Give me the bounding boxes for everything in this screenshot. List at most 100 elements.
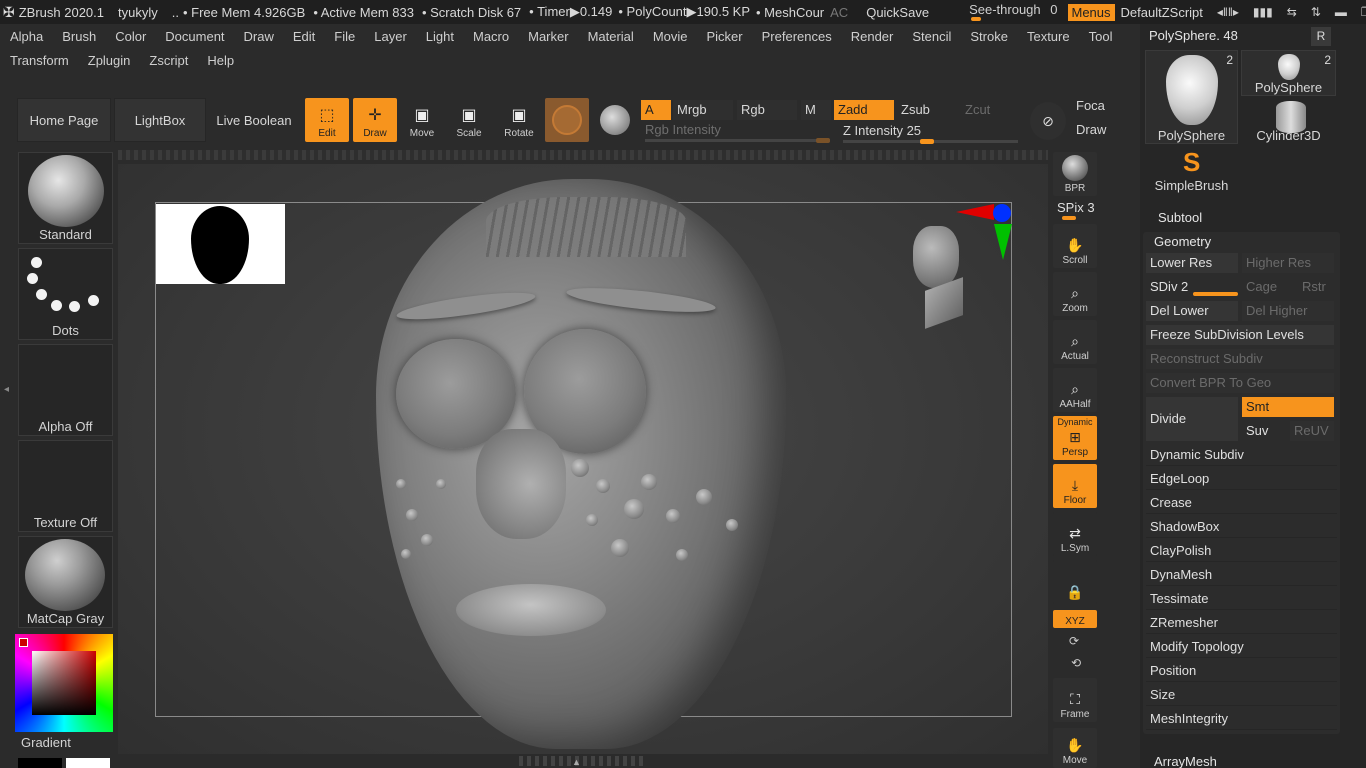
layout-icon-1[interactable]: ◂‖‖▸ (1217, 5, 1239, 19)
menu-file[interactable]: File (324, 29, 364, 44)
smt-toggle[interactable]: Smt (1242, 397, 1334, 417)
restore-icon[interactable]: ❐ (1361, 5, 1366, 19)
draw-button[interactable]: ✛ Draw (353, 98, 397, 142)
move-view-button[interactable]: ✋ Move (1053, 728, 1097, 768)
frame-button[interactable]: ⛶ Frame (1053, 678, 1097, 722)
arraymesh-section[interactable]: ArrayMesh (1154, 754, 1217, 768)
layout-icon-2[interactable]: ▮▮▮ (1253, 5, 1273, 19)
menu-brush[interactable]: Brush (52, 29, 105, 44)
xyz-button[interactable]: XYZ (1053, 610, 1097, 628)
left-tray-arrow-icon[interactable]: ◂ (4, 384, 9, 395)
geometry-item-crease[interactable]: Crease (1146, 492, 1337, 514)
subtool-section[interactable]: Subtool (1158, 210, 1202, 225)
canvas-bottom-handle[interactable]: ▲ (519, 756, 645, 767)
mrgb-button[interactable]: Mrgb (673, 100, 733, 120)
alpha-thumbnail[interactable]: Alpha Off (18, 344, 113, 436)
menu-draw[interactable]: Draw (234, 29, 283, 44)
menu-macro[interactable]: Macro (463, 29, 518, 44)
del-lower-button[interactable]: Del Lower (1146, 301, 1238, 321)
geometry-item-edgeloop[interactable]: EdgeLoop (1146, 468, 1337, 490)
see-through-knob[interactable] (971, 17, 982, 21)
geometry-item-zremesher[interactable]: ZRemesher (1146, 612, 1337, 634)
main-color-swatch[interactable] (18, 758, 62, 768)
tool-thumb-simplebrush[interactable]: S SimpleBrush (1145, 146, 1238, 194)
stroke-thumbnail[interactable]: Dots (18, 248, 113, 340)
menu-color[interactable]: Color (105, 29, 155, 44)
canvas-viewport[interactable] (118, 164, 1048, 754)
current-tool-header[interactable]: PolySphere. 48 (1143, 26, 1338, 46)
move-button[interactable]: ▣ Move (400, 98, 444, 142)
lock-camera-button[interactable]: 🔒 (1053, 560, 1097, 604)
actual-button[interactable]: ⌕ Actual (1053, 320, 1097, 364)
default-zscript-button[interactable]: DefaultZScript (1121, 5, 1203, 20)
menu-preferences[interactable]: Preferences (752, 29, 841, 44)
menu-render[interactable]: Render (841, 29, 903, 44)
menu-alpha[interactable]: Alpha (0, 29, 52, 44)
menu-help[interactable]: Help (197, 53, 243, 68)
live-boolean-button[interactable]: Live Boolean (207, 98, 301, 142)
menus-toggle-button[interactable]: Menus (1067, 3, 1115, 21)
reconstruct-subdiv-button[interactable]: Reconstruct Subdiv (1146, 349, 1334, 369)
edit-button[interactable]: ⬚ Edit (305, 98, 349, 142)
aahalf-button[interactable]: ⌕ AAHalf (1053, 368, 1097, 412)
lazymouse-button[interactable]: ⊘ (1030, 102, 1066, 140)
divide-button[interactable]: Divide (1146, 397, 1238, 441)
menu-edit[interactable]: Edit (283, 29, 324, 44)
tool-thumb-polysphere-main[interactable]: 2 PolySphere (1145, 50, 1238, 144)
navigation-head-gizmo[interactable] (913, 226, 963, 329)
zcut-button[interactable]: Zcut (961, 100, 1011, 120)
menu-material[interactable]: Material (578, 29, 643, 44)
gradient-label[interactable]: Gradient (21, 735, 71, 750)
geometry-item-dynamic-subdiv[interactable]: Dynamic Subdiv (1146, 444, 1337, 466)
menu-document[interactable]: Document (155, 29, 233, 44)
sdiv-slider-knob[interactable] (1193, 292, 1238, 296)
menu-transform[interactable]: Transform (0, 53, 78, 68)
channel-a-button[interactable]: A (641, 100, 671, 120)
rgb-intensity-knob[interactable] (816, 138, 830, 143)
persp-button[interactable]: Dynamic ⊞ Persp (1053, 416, 1097, 460)
tray-toggle-icon[interactable]: ⇆ (1287, 5, 1297, 19)
zadd-button[interactable]: Zadd (834, 100, 894, 120)
z-intensity-knob[interactable] (920, 139, 934, 144)
menu-stencil[interactable]: Stencil (902, 29, 960, 44)
m-button[interactable]: M (801, 100, 831, 120)
spix-slider-knob[interactable] (1062, 216, 1076, 220)
texture-thumbnail[interactable]: Texture Off (18, 440, 113, 532)
color-picker-square[interactable] (32, 651, 96, 715)
suv-toggle[interactable]: Suv (1242, 421, 1286, 441)
scroll-button[interactable]: ✋ Scroll (1053, 224, 1097, 268)
reset-r-button[interactable]: R (1311, 27, 1331, 46)
gizmo-3d-button[interactable] (545, 98, 589, 142)
floor-button[interactable]: ⤓ Floor (1053, 464, 1097, 508)
menu-movie[interactable]: Movie (643, 29, 697, 44)
secondary-color-swatch[interactable] (66, 758, 110, 768)
sculptris-pro-button[interactable] (593, 98, 637, 142)
menu-stroke[interactable]: Stroke (960, 29, 1017, 44)
geometry-item-modify-topology[interactable]: Modify Topology (1146, 636, 1337, 658)
geometry-item-meshintegrity[interactable]: MeshIntegrity (1146, 708, 1337, 730)
rotate-y-icon[interactable]: ⟳ (1069, 634, 1079, 648)
menu-zplugin[interactable]: Zplugin (78, 53, 140, 68)
geometry-item-size[interactable]: Size (1146, 684, 1337, 706)
lightbox-button[interactable]: LightBox (114, 98, 206, 142)
rgb-button[interactable]: Rgb (737, 100, 797, 120)
convert-bpr-button[interactable]: Convert BPR To Geo (1146, 373, 1334, 393)
local-symmetry-button[interactable]: ⇄ L.Sym (1053, 512, 1097, 556)
menu-marker[interactable]: Marker (518, 29, 577, 44)
tool-thumb-cylinder3d[interactable]: Cylinder3D (1241, 98, 1336, 144)
geometry-item-tessimate[interactable]: Tessimate (1146, 588, 1337, 610)
bpr-button[interactable]: BPR (1053, 152, 1097, 196)
reuv-button[interactable]: ReUV (1290, 421, 1334, 441)
see-through-slider[interactable]: See-through 0 (969, 2, 1058, 22)
menu-layer[interactable]: Layer (364, 29, 416, 44)
geometry-section[interactable]: Geometry (1154, 234, 1211, 249)
higher-res-button[interactable]: Higher Res (1242, 253, 1334, 273)
minimize-icon[interactable]: ▬ (1335, 5, 1347, 19)
cage-button[interactable]: Cage (1242, 277, 1294, 297)
freeze-subdivision-button[interactable]: Freeze SubDivision Levels (1146, 325, 1334, 345)
geometry-item-claypolish[interactable]: ClayPolish (1146, 540, 1337, 562)
geometry-item-dynamesh[interactable]: DynaMesh (1146, 564, 1337, 586)
zoom-button[interactable]: ⌕ Zoom (1053, 272, 1097, 316)
spix-label[interactable]: SPix 3 (1057, 200, 1095, 215)
menu-zscript[interactable]: Zscript (139, 53, 197, 68)
